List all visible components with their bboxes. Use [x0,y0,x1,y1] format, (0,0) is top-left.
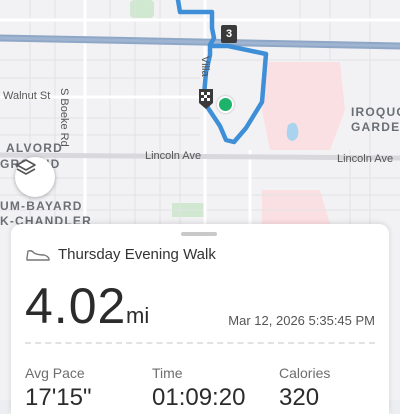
calories-value: 320 [279,384,320,411]
road-label-walnut: Walnut St [3,90,51,102]
road-label-boeke: S Boeke Rd [58,88,70,147]
road-label-villa: Villa [199,56,211,77]
drag-handle[interactable] [181,232,217,236]
checkered-flag-icon [197,89,215,111]
layers-icon [16,159,36,175]
area-label-alvord: ALVORD [6,141,63,155]
activity-header: Thursday Evening Walk [26,246,216,263]
area-label-iroquois: IROQUO [351,105,400,119]
activity-summary-sheet[interactable]: Thursday Evening Walk 4.02 mi Mar 12, 20… [11,224,389,414]
divider [25,342,375,344]
area-label-garden: GARDE [351,120,400,134]
avg-pace-value: 17'15" [25,384,92,411]
layers-button[interactable] [15,157,55,197]
road-label-lincoln-left: Lincoln Ave [145,150,202,162]
time-label: Time [152,365,183,381]
activity-title: Thursday Evening Walk [58,246,216,263]
activity-datetime: Mar 12, 2026 5:35:45 PM [228,313,375,328]
road-label-lincoln-right: Lincoln Ave [337,153,394,165]
time-value: 01:09:20 [152,384,246,411]
shoe-icon [26,249,50,261]
start-point-marker [217,96,234,113]
calories-label: Calories [279,365,331,381]
distance-value: 4.02 [25,278,127,334]
area-label-bayard: UM-BAYARD [0,199,83,213]
avg-pace-label: Avg Pace [25,365,85,381]
route-marker: 3 [221,25,237,43]
distance-unit: mi [126,303,150,328]
